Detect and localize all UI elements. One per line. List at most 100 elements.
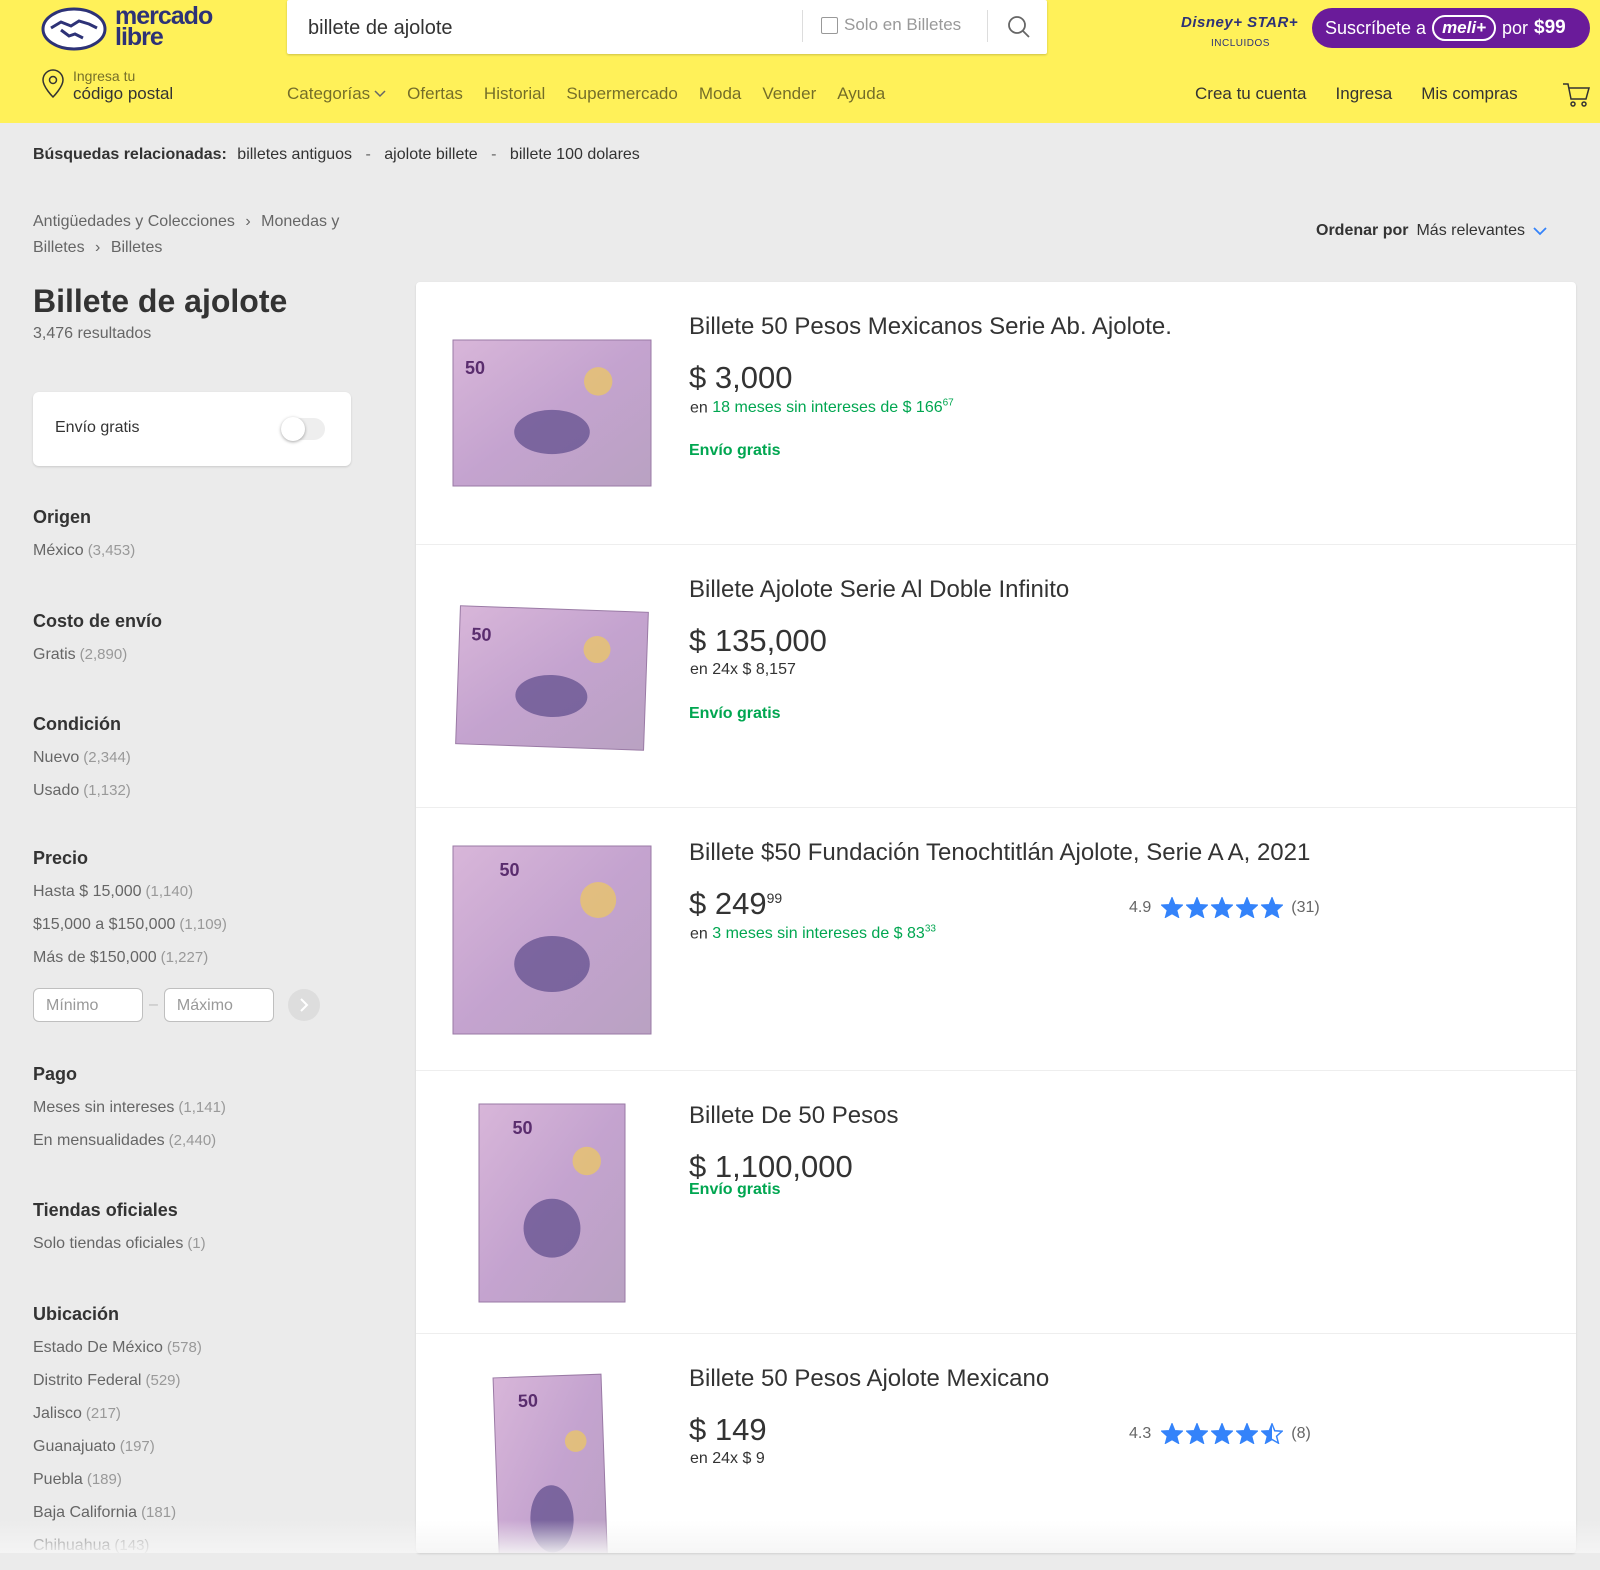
related-link[interactable]: billete 100 dolares bbox=[510, 146, 640, 163]
checkbox-icon[interactable] bbox=[821, 16, 838, 34]
meli-plus-pill: meli+ bbox=[1432, 15, 1497, 41]
chevron-down-icon bbox=[374, 90, 386, 98]
filter-option-label: México bbox=[33, 542, 84, 559]
divider bbox=[802, 10, 803, 42]
filter-option[interactable]: Jalisco (217) bbox=[33, 1405, 202, 1438]
sort-label: Ordenar por bbox=[1316, 222, 1409, 239]
installments-text: en bbox=[690, 399, 708, 417]
filter-option-label: Guanajuato bbox=[33, 1438, 116, 1455]
rating: 4.3 (8) bbox=[1129, 1423, 1311, 1444]
filter-option[interactable]: Gratis (2,890) bbox=[33, 646, 162, 679]
logo[interactable]: mercado libre bbox=[41, 4, 221, 52]
meli-plus-subscribe-banner[interactable]: Suscríbete a meli+ por $99 bbox=[1312, 8, 1590, 48]
separator: - bbox=[365, 146, 371, 163]
solo-en-billetes-checkbox[interactable]: Solo en Billetes bbox=[821, 15, 961, 35]
breadcrumb-item[interactable]: Billetes bbox=[111, 239, 163, 256]
related-label: Búsquedas relacionadas: bbox=[33, 146, 227, 163]
filter-option-count: (197) bbox=[119, 1438, 155, 1455]
installments: en 24x $ 9 bbox=[690, 1450, 765, 1468]
installments-green-text: 3 meses sin intereses de $ 83 bbox=[712, 925, 925, 943]
result-title[interactable]: Billete 50 Pesos Mexicanos Serie Ab. Ajo… bbox=[689, 313, 1172, 341]
svg-text:50: 50 bbox=[471, 624, 492, 645]
product-thumbnail[interactable]: 50 bbox=[473, 1098, 631, 1313]
filter-option-label: Distrito Federal bbox=[33, 1372, 142, 1389]
nav-supermercado[interactable]: Supermercado bbox=[566, 84, 678, 104]
filter-option-count: (217) bbox=[85, 1405, 121, 1422]
crea-cuenta-link[interactable]: Crea tu cuenta bbox=[1195, 84, 1307, 104]
filter-option[interactable]: Distrito Federal (529) bbox=[33, 1372, 202, 1405]
star-icon bbox=[1236, 1423, 1259, 1444]
sort-dropdown[interactable]: Ordenar por Más relevantes bbox=[1316, 222, 1547, 240]
price-min-input[interactable]: Mínimo bbox=[33, 988, 143, 1022]
nav-moda[interactable]: Moda bbox=[699, 84, 742, 104]
filter-option-label: Hasta $ 15,000 bbox=[33, 883, 142, 900]
filter-option[interactable]: En mensualidades (2,440) bbox=[33, 1132, 226, 1165]
filter-section: Condición Nuevo (2,344) Usado (1,132) bbox=[33, 714, 131, 815]
breadcrumb-item[interactable]: Antigüedades y Colecciones bbox=[33, 213, 235, 230]
filter-option[interactable]: Nuevo (2,344) bbox=[33, 749, 131, 782]
related-link[interactable]: ajolote billete bbox=[384, 146, 477, 163]
installments-text: en bbox=[690, 925, 708, 943]
disney-star-badge[interactable]: Disney+ STAR+ INCLUIDOS bbox=[1181, 14, 1301, 52]
filter-option[interactable]: Hasta $ 15,000 (1,140) bbox=[33, 883, 227, 916]
filter-option-label: Puebla bbox=[33, 1471, 83, 1488]
filter-option-count: (1,227) bbox=[160, 949, 209, 966]
price-amount: $ 149 bbox=[689, 1412, 767, 1447]
result-card[interactable]: 50 Billete Ajolote Serie Al Doble Infini… bbox=[416, 545, 1576, 808]
product-image: 50 bbox=[478, 1103, 626, 1303]
free-shipping-toggle[interactable] bbox=[281, 417, 325, 441]
result-card[interactable]: 50 Billete 50 Pesos Mexicanos Serie Ab. … bbox=[416, 282, 1576, 545]
result-card[interactable]: 50 Billete $50 Fundación Tenochtitlán Aj… bbox=[416, 808, 1576, 1071]
filter-option-count: (2,344) bbox=[83, 749, 131, 766]
rating-stars bbox=[1161, 897, 1284, 918]
filter-option-count: (1,109) bbox=[179, 916, 227, 933]
result-title[interactable]: Billete De 50 Pesos bbox=[689, 1102, 898, 1130]
filter-option[interactable]: Más de $150,000 (1,227) bbox=[33, 949, 227, 982]
product-thumbnail[interactable]: 50 bbox=[447, 840, 657, 1045]
result-title[interactable]: Billete 50 Pesos Ajolote Mexicano bbox=[689, 1365, 1049, 1393]
nav-vender[interactable]: Vender bbox=[762, 84, 816, 104]
filter-option-count: (1,141) bbox=[178, 1099, 226, 1116]
search-input[interactable]: billete de ajolote bbox=[308, 17, 453, 40]
filter-title: Origen bbox=[33, 507, 92, 527]
filter-option[interactable]: Usado (1,132) bbox=[33, 782, 131, 815]
filter-option-label: Usado bbox=[33, 782, 80, 799]
svg-text:50: 50 bbox=[500, 860, 520, 880]
search-button[interactable] bbox=[999, 12, 1039, 42]
result-card[interactable]: 50 Billete De 50 Pesos $ 1,100,000 Envío g… bbox=[416, 1071, 1576, 1334]
account-nav: Crea tu cuenta Ingresa Mis compras bbox=[1195, 84, 1518, 104]
nav-categorias[interactable]: Categorías bbox=[287, 84, 386, 104]
related-link[interactable]: billetes antiguos bbox=[237, 146, 352, 163]
filter-option-count: (181) bbox=[141, 1504, 177, 1521]
results-count: 3,476 resultados bbox=[33, 325, 152, 342]
star-icon bbox=[1186, 1423, 1209, 1444]
nav-ayuda[interactable]: Ayuda bbox=[837, 84, 885, 104]
nav-historial[interactable]: Historial bbox=[484, 84, 545, 104]
filter-option[interactable]: Puebla (189) bbox=[33, 1471, 202, 1504]
location-line1: Ingresa tu bbox=[73, 68, 136, 84]
filter-option[interactable]: Estado De México (578) bbox=[33, 1339, 202, 1372]
filter-option[interactable]: Solo tiendas oficiales (1) bbox=[33, 1235, 206, 1268]
nav-ofertas[interactable]: Ofertas bbox=[407, 84, 463, 104]
ingresa-link[interactable]: Ingresa bbox=[1336, 84, 1393, 104]
nav-label: Categorías bbox=[287, 84, 371, 103]
filter-option[interactable]: México (3,453) bbox=[33, 542, 135, 575]
related-searches: Búsquedas relacionadas: billetes antiguo… bbox=[33, 146, 640, 164]
filter-option-count: (3,453) bbox=[87, 542, 136, 559]
postal-code-link[interactable]: Ingresa tu código postal bbox=[40, 68, 173, 104]
price-apply-button[interactable] bbox=[287, 989, 320, 1021]
result-title[interactable]: Billete Ajolote Serie Al Doble Infinito bbox=[689, 576, 1069, 604]
filter-option[interactable]: Meses sin intereses (1,141) bbox=[33, 1099, 226, 1132]
product-thumbnail[interactable]: 50 bbox=[452, 603, 652, 758]
filter-section: Costo de envío Gratis (2,890) bbox=[33, 611, 162, 679]
result-title[interactable]: Billete $50 Fundación Tenochtitlán Ajolo… bbox=[689, 839, 1310, 867]
free-shipping-filter: Envío gratis bbox=[33, 392, 351, 466]
mis-compras-link[interactable]: Mis compras bbox=[1421, 84, 1517, 104]
filter-option[interactable]: Guanajuato (197) bbox=[33, 1438, 202, 1471]
cart-button[interactable] bbox=[1562, 80, 1590, 108]
separator: - bbox=[491, 146, 497, 163]
filter-title: Pago bbox=[33, 1064, 78, 1084]
product-thumbnail[interactable]: 50 bbox=[447, 334, 657, 497]
price-max-input[interactable]: Máximo bbox=[163, 988, 274, 1022]
filter-option[interactable]: $15,000 a $150,000 (1,109) bbox=[33, 916, 227, 949]
